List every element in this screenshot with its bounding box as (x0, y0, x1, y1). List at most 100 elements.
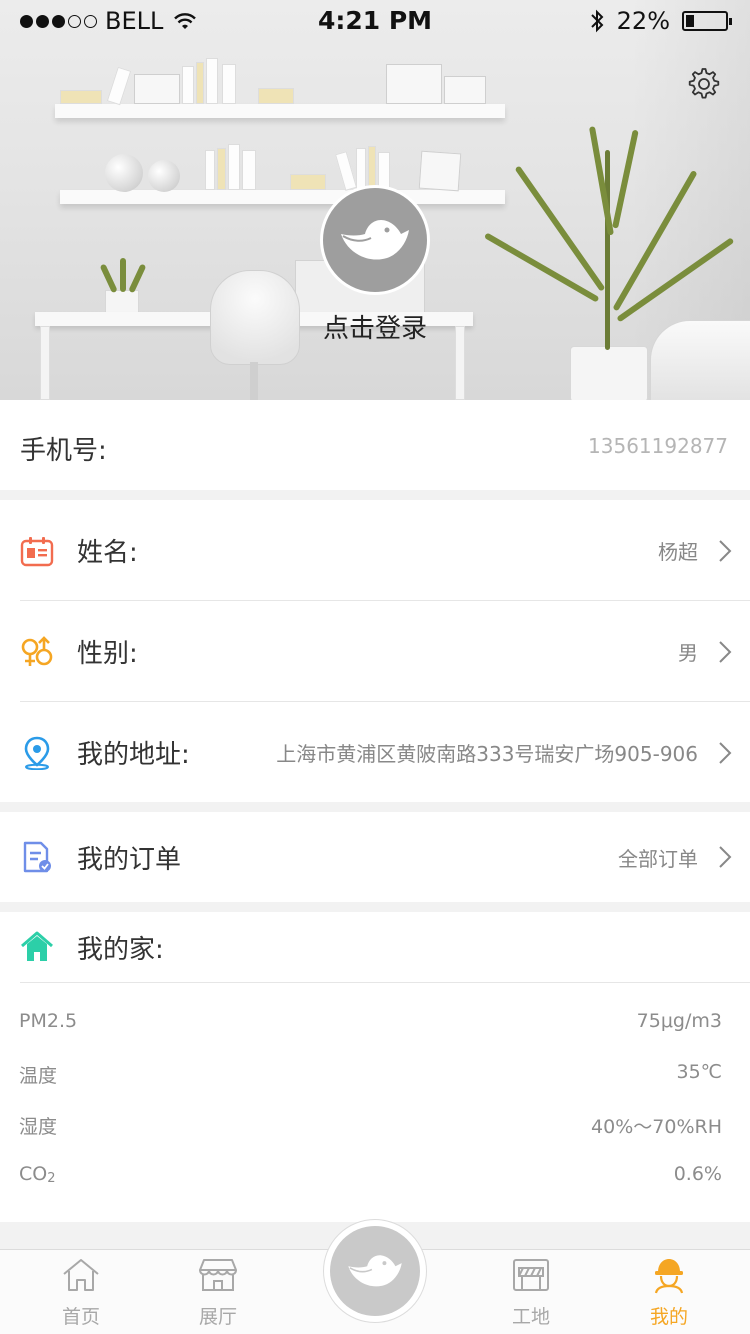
decor (242, 150, 256, 190)
address-label: 我的地址: (77, 740, 190, 770)
battery-level (686, 15, 694, 27)
center-button-circle (330, 1226, 420, 1316)
tab-home[interactable]: 首页 (21, 1250, 141, 1334)
status-right: 22% (589, 7, 732, 35)
co2-sub: 2 (47, 1171, 56, 1186)
decor (205, 150, 215, 190)
my-home-label: 我的家: (77, 934, 164, 965)
tab-showroom[interactable]: 展厅 (158, 1250, 278, 1334)
shelf-decor (60, 190, 505, 204)
metric-value: 35℃ (676, 1061, 722, 1083)
decor (148, 160, 180, 192)
home-metrics: PM2.5 75μg/m3 温度 35℃ 湿度 40%～70%RH CO2 0.… (0, 998, 750, 1202)
gender-value: 男 (678, 641, 698, 665)
bird-logo-icon (348, 1255, 402, 1287)
avatar[interactable] (320, 185, 430, 295)
battery-icon (682, 11, 732, 31)
tab-construction[interactable]: 工地 (471, 1250, 591, 1334)
status-bar: BELL 4:21 PM 22% (0, 0, 750, 40)
decor (290, 174, 326, 190)
decor (105, 154, 143, 192)
tab-home-label: 首页 (61, 1306, 100, 1328)
name-row[interactable]: 姓名: 杨超 (0, 500, 750, 601)
bird-logo-icon (341, 220, 409, 260)
orders-row[interactable]: 我的订单 全部订单 (0, 812, 750, 902)
gender-row[interactable]: 性别: 男 (0, 601, 750, 702)
name-value: 杨超 (658, 540, 698, 564)
tab-showroom-label: 展厅 (198, 1306, 237, 1328)
metric-value: 0.6% (673, 1163, 722, 1185)
house-icon (21, 931, 53, 961)
decor (228, 144, 240, 190)
phone-section: 手机号: 13561192877 (0, 400, 750, 490)
all-orders-link[interactable]: 全部订单 (618, 843, 698, 872)
chevron-right-icon (719, 741, 732, 764)
id-card-icon (20, 536, 54, 566)
profile-header: BELL 4:21 PM 22% 点击登录 (0, 0, 750, 400)
my-home-header: 我的家: (0, 912, 750, 982)
decor (386, 64, 442, 104)
phone-label: 手机号: (20, 436, 107, 466)
decor (106, 66, 132, 106)
chevron-right-icon (719, 846, 732, 868)
center-home-button[interactable] (323, 1219, 427, 1323)
location-pin-icon (24, 736, 50, 770)
decor (196, 62, 204, 104)
gender-label: 性别: (77, 639, 138, 669)
decor (418, 150, 462, 192)
metric-row: 湿度 40%～70%RH (0, 1100, 750, 1151)
metric-key: 湿度 (19, 1116, 58, 1138)
address-row[interactable]: 我的地址: 上海市黄浦区黄陂南路333号瑞安广场905-906 (0, 702, 750, 803)
tab-construction-label: 工地 (511, 1306, 550, 1328)
decor (128, 263, 147, 294)
gear-icon[interactable] (686, 66, 722, 102)
battery-percent: 22% (616, 7, 670, 35)
tab-mine-label: 我的 (649, 1306, 688, 1328)
decor (182, 66, 194, 104)
decor (368, 146, 376, 190)
address-value: 上海市黄浦区黄陂南路333号瑞安广场905-906 (276, 742, 698, 766)
metric-key: 温度 (19, 1065, 58, 1087)
decor (134, 74, 180, 104)
chevron-right-icon (719, 640, 732, 663)
decor (99, 263, 118, 294)
decor (334, 151, 358, 191)
phone-value: 13561192877 (588, 434, 728, 458)
decor (514, 165, 606, 292)
co2-main: CO (19, 1163, 48, 1185)
tab-mine[interactable]: 我的 (609, 1250, 729, 1334)
order-document-icon (23, 841, 51, 873)
metric-key: PM2.5 (19, 1010, 78, 1032)
orders-label: 我的订单 (77, 844, 182, 875)
chevron-right-icon (719, 539, 732, 562)
bluetooth-icon (590, 9, 604, 33)
construction-icon (513, 1259, 549, 1291)
storefront-icon (199, 1259, 237, 1291)
metric-row: PM2.5 75μg/m3 (0, 998, 750, 1049)
decor (483, 232, 600, 303)
decor (444, 76, 486, 104)
my-home-section: 我的家: PM2.5 75μg/m3 温度 35℃ 湿度 40%～70%RH C… (0, 912, 750, 1222)
metric-key: CO2 (19, 1163, 56, 1186)
decor (60, 90, 102, 104)
orders-section: 我的订单 全部订单 (0, 812, 750, 902)
metric-row: CO2 0.6% (0, 1151, 750, 1202)
decor (570, 346, 648, 400)
decor (120, 258, 126, 292)
metric-value: 75μg/m3 (636, 1010, 722, 1032)
metric-row: 温度 35℃ (0, 1049, 750, 1100)
worker-helmet-icon (654, 1259, 684, 1294)
decor (206, 58, 218, 104)
decor (250, 362, 258, 400)
name-label: 姓名: (77, 538, 138, 568)
profile-section: 姓名: 杨超 性别: 男 我的地址: 上海市黄浦区黄陂南路333号瑞安广场905… (0, 500, 750, 802)
login-button[interactable]: 点击登录 (0, 308, 750, 345)
home-icon (63, 1259, 99, 1291)
decor (588, 126, 614, 236)
decor (356, 148, 366, 190)
metric-value: 40%～70%RH (591, 1116, 722, 1138)
shelf-decor (55, 104, 505, 118)
gender-icon (21, 635, 53, 666)
decor (217, 148, 226, 190)
decor (258, 88, 294, 104)
